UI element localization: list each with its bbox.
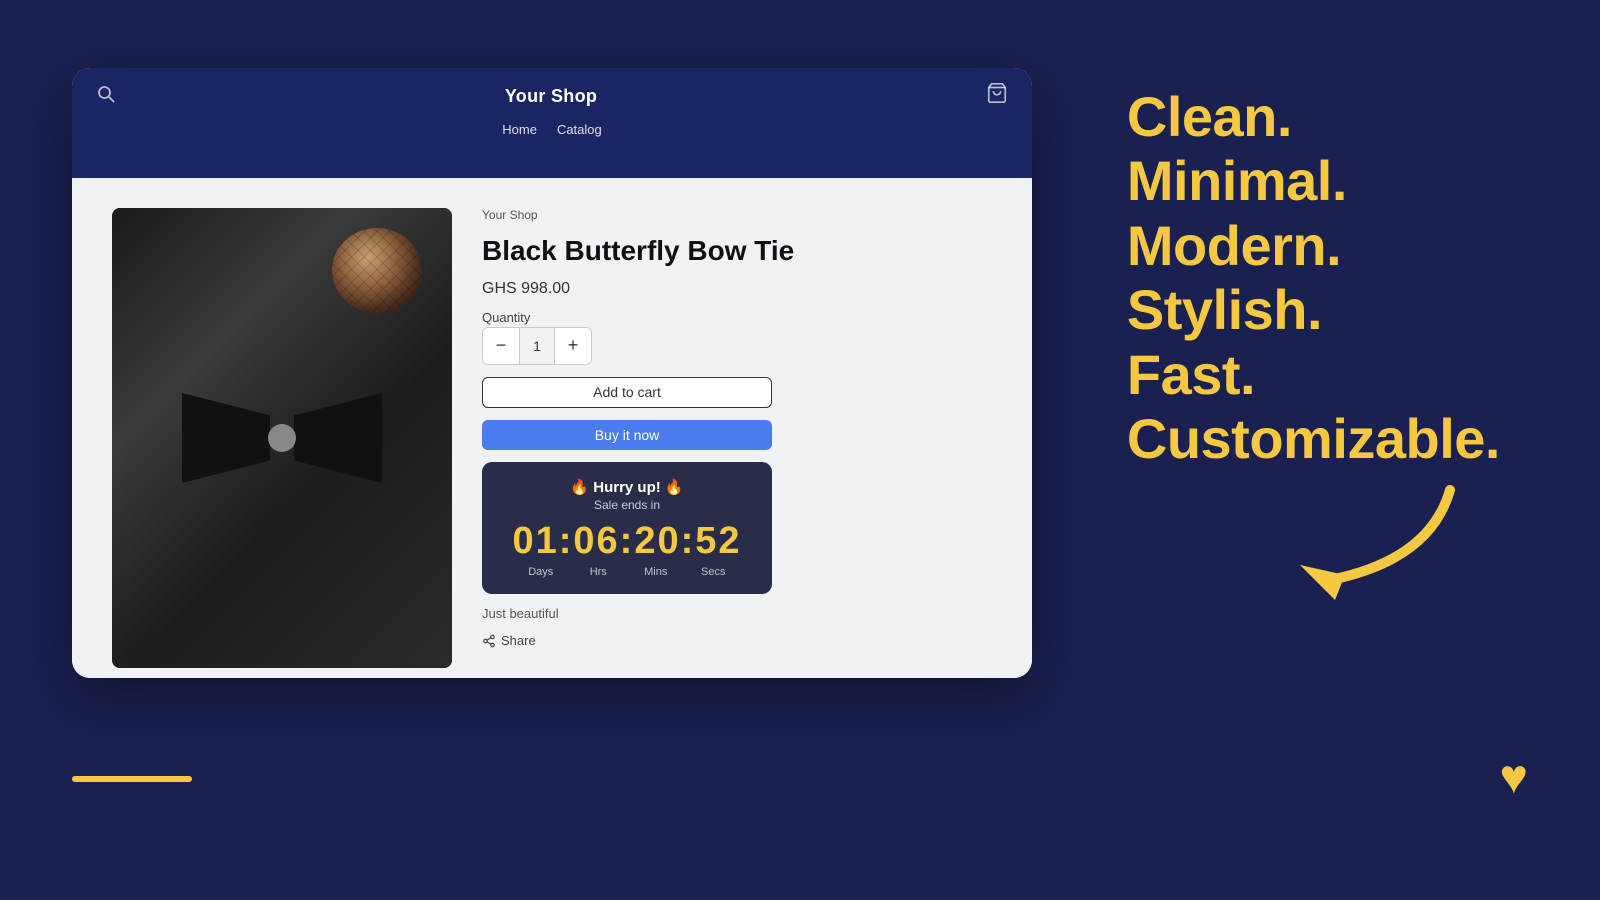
browser-navbar: Your Shop Home Catalog <box>72 68 1032 178</box>
countdown-widget: 🔥 Hurry up! 🔥 Sale ends in 01:06:20:52 D… <box>482 462 772 594</box>
product-image-container <box>112 208 452 668</box>
countdown-days-label: Days <box>512 566 570 578</box>
tagline-line-3: Modern. <box>1127 214 1500 278</box>
product-price: GHS 998.00 <box>482 280 992 298</box>
heart-icon: ♥ <box>1500 750 1529 805</box>
share-button[interactable]: Share <box>482 633 992 648</box>
quantity-increase-button[interactable]: + <box>555 328 591 364</box>
buy-now-button[interactable]: Buy it now <box>482 420 772 450</box>
quantity-decrease-button[interactable]: − <box>483 328 519 364</box>
tagline-line-2: Minimal. <box>1127 149 1500 213</box>
countdown-secs-label: Secs <box>685 566 743 578</box>
countdown-mins-label: Mins <box>627 566 685 578</box>
quantity-value: 1 <box>519 328 555 364</box>
bow-tie-shape <box>182 383 382 493</box>
countdown-labels: Days Hrs Mins Secs <box>502 566 752 578</box>
browser-topbar: Your Shop <box>72 68 1032 118</box>
product-page: Your Shop Black Butterfly Bow Tie GHS 99… <box>72 178 1032 678</box>
tagline-section: Clean. Minimal. Modern. Stylish. Fast. C… <box>1127 85 1500 471</box>
product-info: Your Shop Black Butterfly Bow Tie GHS 99… <box>482 208 992 648</box>
browser-nav-links: Home Catalog <box>502 118 602 137</box>
arrow-icon <box>1270 480 1470 610</box>
tagline-line-1: Clean. <box>1127 85 1500 149</box>
breadcrumb: Your Shop <box>482 208 992 222</box>
tagline-line-4: Stylish. <box>1127 278 1500 342</box>
product-name: Black Butterfly Bow Tie <box>482 234 992 268</box>
arrow-container <box>1270 480 1470 615</box>
countdown-subtitle: Sale ends in <box>502 498 752 512</box>
quantity-label: Quantity <box>482 310 992 325</box>
tagline-line-5: Fast. <box>1127 343 1500 407</box>
tagline-line-6: Customizable. <box>1127 407 1500 471</box>
countdown-hrs-label: Hrs <box>570 566 628 578</box>
nav-catalog[interactable]: Catalog <box>557 122 602 137</box>
nav-home[interactable]: Home <box>502 122 537 137</box>
countdown-title: 🔥 Hurry up! 🔥 <box>502 478 752 496</box>
bottom-line-decoration <box>72 776 192 782</box>
wicker-ball-decoration <box>332 228 422 313</box>
countdown-time: 01:06:20:52 <box>502 522 752 560</box>
search-icon[interactable] <box>96 84 116 109</box>
bow-left-wing <box>182 393 270 483</box>
cart-icon[interactable] <box>986 82 1008 110</box>
bow-right-wing <box>294 393 382 483</box>
product-description: Just beautiful <box>482 606 992 621</box>
quantity-control: − 1 + <box>482 327 592 365</box>
add-to-cart-button[interactable]: Add to cart <box>482 377 772 408</box>
product-image <box>112 208 452 668</box>
bow-center-knot <box>268 424 296 452</box>
browser-mockup: Your Shop Home Catalog <box>72 68 1032 678</box>
quantity-section: Quantity − 1 + <box>482 310 992 365</box>
browser-shop-title: Your Shop <box>505 86 597 107</box>
share-label: Share <box>501 633 536 648</box>
